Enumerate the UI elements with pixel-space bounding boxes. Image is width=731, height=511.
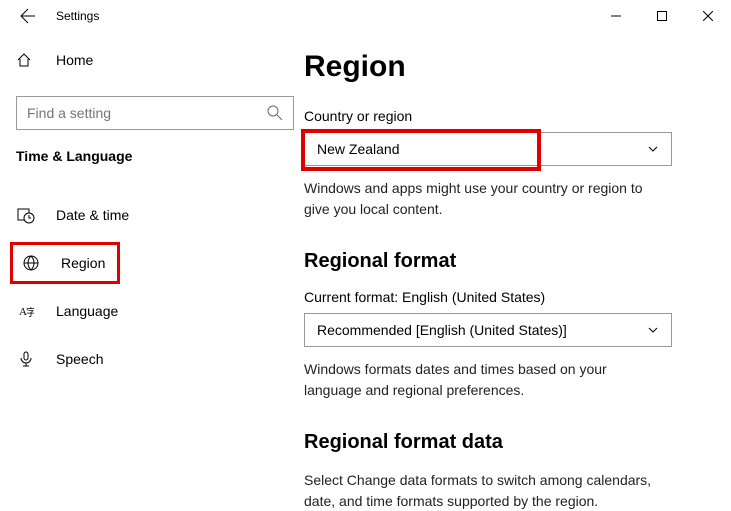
arrow-left-icon xyxy=(20,8,36,24)
country-value: New Zealand xyxy=(317,141,400,157)
country-label: Country or region xyxy=(304,108,715,124)
clock-calendar-icon xyxy=(16,206,36,224)
search-input[interactable] xyxy=(27,105,267,121)
sidebar-item-label: Speech xyxy=(56,351,103,367)
home-icon xyxy=(16,52,36,68)
sidebar: Home Time & Language Date & time Region … xyxy=(0,32,300,511)
data-heading: Regional format data xyxy=(304,431,715,454)
minimize-icon xyxy=(611,11,621,21)
maximize-icon xyxy=(657,11,667,21)
format-desc: Windows formats dates and times based on… xyxy=(304,359,664,401)
sidebar-item-region[interactable]: Region xyxy=(10,242,120,284)
chevron-down-icon xyxy=(647,143,659,155)
language-icon: A字 xyxy=(16,303,36,319)
search-input-container[interactable] xyxy=(16,96,294,130)
sidebar-item-language[interactable]: A字 Language xyxy=(8,290,300,332)
back-button[interactable] xyxy=(16,4,40,28)
content-panel: Region Country or region New Zealand Win… xyxy=(300,32,731,511)
country-select[interactable]: New Zealand xyxy=(304,132,672,166)
sidebar-item-label: Region xyxy=(61,255,105,271)
country-desc: Windows and apps might use your country … xyxy=(304,178,664,220)
sidebar-item-date-time[interactable]: Date & time xyxy=(8,194,300,236)
close-button[interactable] xyxy=(685,0,731,32)
close-icon xyxy=(703,11,713,21)
format-current: Current format: English (United States) xyxy=(304,289,715,305)
search-icon xyxy=(267,105,283,121)
sidebar-item-label: Date & time xyxy=(56,207,129,223)
format-heading: Regional format xyxy=(304,250,715,273)
svg-text:字: 字 xyxy=(26,306,34,319)
chevron-down-icon xyxy=(647,324,659,336)
data-desc: Select Change data formats to switch amo… xyxy=(304,470,664,511)
format-value: Recommended [English (United States)] xyxy=(317,322,567,338)
window-title: Settings xyxy=(56,9,99,23)
minimize-button[interactable] xyxy=(593,0,639,32)
sidebar-heading: Time & Language xyxy=(8,148,300,164)
maximize-button[interactable] xyxy=(639,0,685,32)
home-button[interactable]: Home xyxy=(8,40,300,80)
sidebar-item-speech[interactable]: Speech xyxy=(8,338,300,380)
sidebar-item-label: Language xyxy=(56,303,118,319)
globe-icon xyxy=(21,255,41,271)
home-label: Home xyxy=(56,52,93,68)
microphone-icon xyxy=(16,351,36,367)
format-select[interactable]: Recommended [English (United States)] xyxy=(304,313,672,347)
page-title: Region xyxy=(304,50,715,84)
